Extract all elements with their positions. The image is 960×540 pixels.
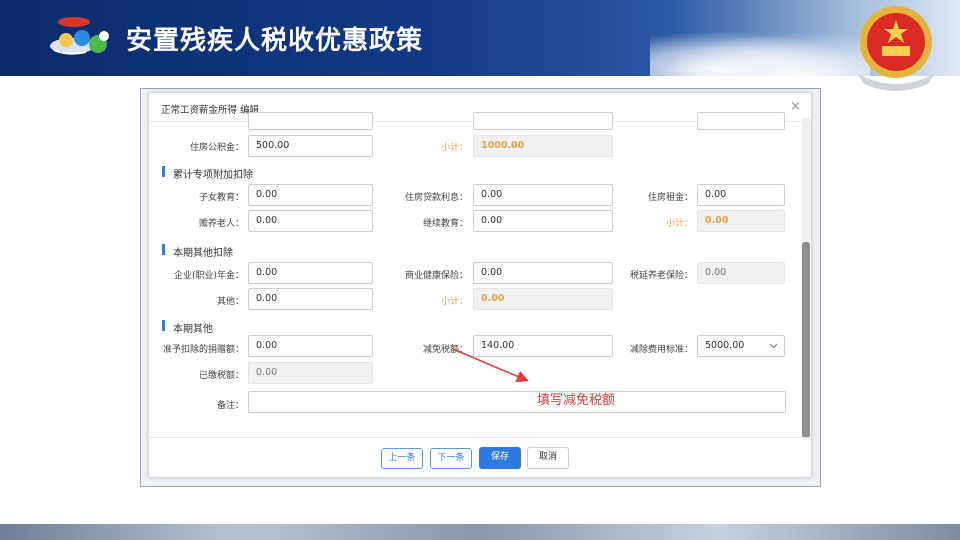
deduction-standard-select[interactable]: 5000.00 [697,335,785,357]
section-title-special-deductions: 累计专项附加扣除 [173,170,253,181]
children-edu-label: 子女教育： [198,193,244,203]
header-banner: 安置残疾人税收优惠政策 [0,0,960,76]
donation-label: 准予扣除的捐赠额： [162,345,244,355]
bottom-strip [0,524,960,540]
annuity-label: 企业(职业)年金： [173,271,244,281]
save-button[interactable]: 保存 [479,447,521,469]
special-subtotal-field: 0.00 [697,210,785,232]
rent-label: 住房租金： [647,193,693,203]
national-emblem-icon [858,6,934,91]
subtotal-field: 1000.00 [473,135,613,157]
continuing-edu-input[interactable]: 0.00 [473,210,613,232]
housing-fund-label: 住房公积金： [189,143,244,153]
page-title: 安置残疾人税收优惠政策 [126,26,424,56]
annotation-text: 填写减免税额 [537,393,616,408]
other-subtotal-field: 0.00 [473,288,613,310]
continuing-edu-label: 继续教育： [422,219,468,229]
subtotal-label: 小计： [440,143,468,153]
deduction-standard-value: 5000.00 [705,340,745,351]
next-button[interactable]: 下一条 [430,448,472,469]
other-label: 其他： [216,297,244,307]
cloud-decoration [650,28,870,76]
close-icon[interactable]: × [790,99,801,114]
tax-deferred-pension-field: 0.00 [697,262,785,284]
children-edu-input[interactable]: 0.00 [248,184,373,206]
cut-off-input-3[interactable] [697,112,785,130]
tax-relief-label: 减免税额： [422,345,468,355]
donation-input[interactable]: 0.00 [248,335,373,357]
section-title-period-other: 本期其他 [173,324,213,335]
section-marker [162,166,165,177]
paid-tax-field: 0.00 [248,362,373,384]
other-subtotal-label: 小计： [440,297,468,307]
cancel-button[interactable]: 取消 [527,447,569,469]
health-insurance-label: 商业健康保险： [404,271,468,281]
section-marker [162,244,165,255]
footer-divider [148,437,812,438]
tax-mascot-logo-icon [50,17,109,55]
slide: 安置残疾人税收优惠政策 正常工资薪金所得 编辑 × 住房公积金： 500.00 … [0,0,960,540]
chevron-down-icon [769,343,778,349]
deduction-standard-label: 减除费用标准： [629,345,693,355]
tax-relief-input[interactable]: 140.00 [473,335,613,357]
tax-deferred-pension-label: 税延养老保险： [629,271,693,281]
cut-off-input-2[interactable] [473,112,613,130]
mortgage-input[interactable]: 0.00 [473,184,613,206]
annuity-input[interactable]: 0.00 [248,262,373,284]
health-insurance-input[interactable]: 0.00 [473,262,613,284]
section-title-other-deductions: 本期其他扣除 [173,248,233,259]
paid-tax-label: 已缴税额： [198,371,244,381]
dialog-title: 正常工资薪金所得 编辑 [161,105,260,116]
remark-input[interactable] [248,391,786,413]
remark-label: 备注： [216,401,244,411]
special-subtotal-label: 小计： [665,219,693,229]
elderly-support-input[interactable]: 0.00 [248,210,373,232]
elderly-support-label: 赡养老人： [198,219,244,229]
section-marker [162,320,165,331]
housing-fund-input[interactable]: 500.00 [248,135,373,157]
rent-input[interactable]: 0.00 [697,184,785,206]
other-input[interactable]: 0.00 [248,288,373,310]
scrollbar-thumb[interactable] [802,242,810,438]
mortgage-label: 住房贷款利息： [404,193,468,203]
cut-off-input-1[interactable] [248,112,373,130]
prev-button[interactable]: 上一条 [381,448,423,469]
